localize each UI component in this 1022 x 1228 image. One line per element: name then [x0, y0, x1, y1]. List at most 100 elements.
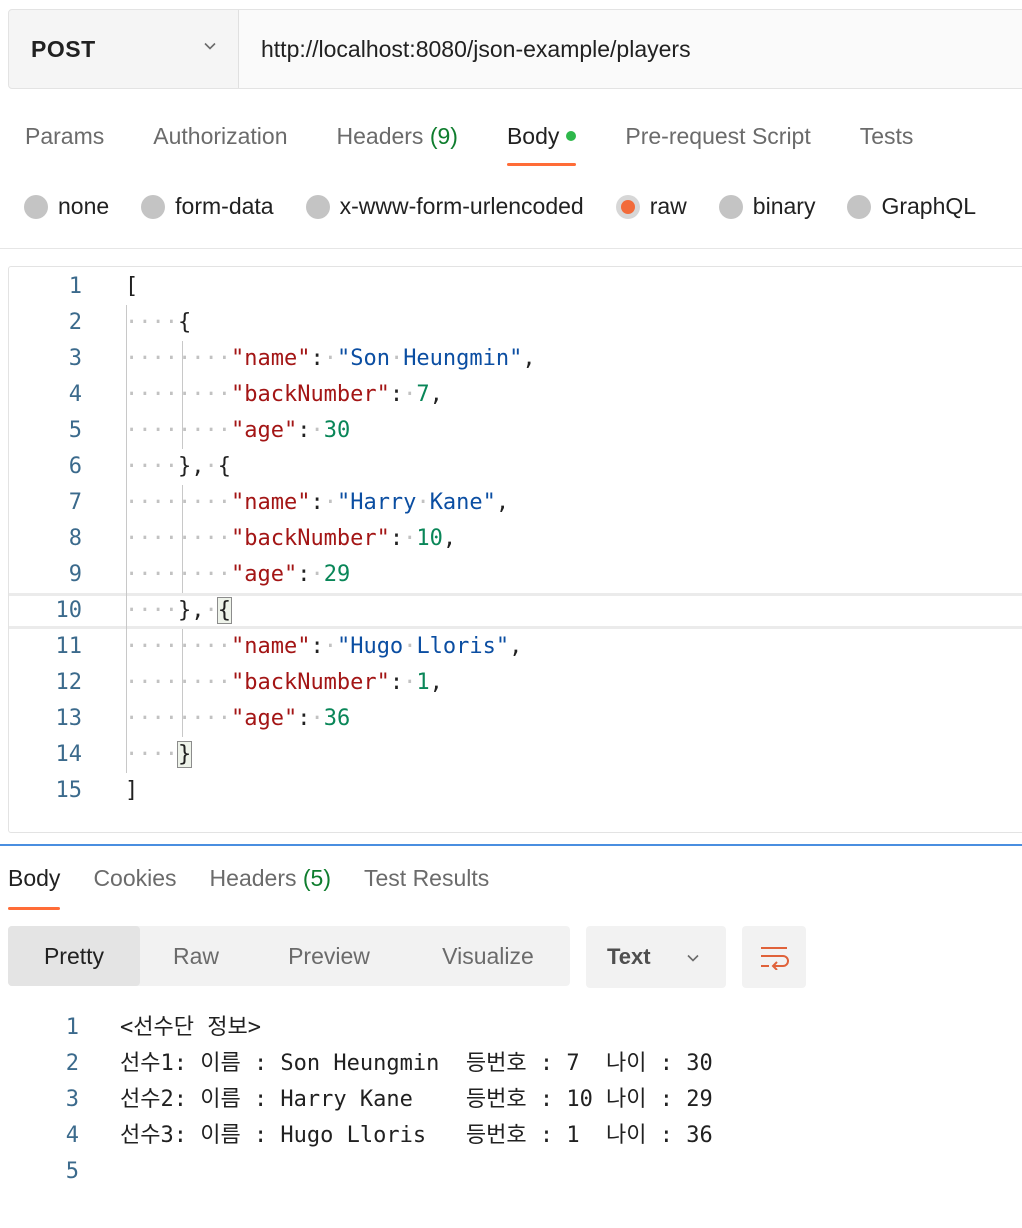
response-line: 3 선수2: 이름 : Harry Kane 등번호 : 10 나이 : 29	[0, 1082, 1022, 1118]
line-number: 3	[68, 346, 82, 371]
editor-line[interactable]: 2 ····{	[9, 305, 1022, 341]
headers-count: (9)	[429, 123, 458, 149]
indent-guide	[182, 485, 183, 593]
headers-count: (5)	[302, 865, 331, 891]
editor-line[interactable]: 12 ········"backNumber":·1,	[9, 665, 1022, 701]
line-number: 4	[68, 382, 82, 407]
request-body-editor[interactable]: 1[2 ····{3 ········"name":·"Son·Heungmin",…	[8, 266, 1022, 833]
response-line: 1 <선수단 정보>	[0, 1010, 1022, 1046]
pane-divider[interactable]	[0, 844, 1022, 846]
response-text: 선수1: 이름 : Son Heungmin 등번호 : 7 나이 : 30	[120, 1051, 713, 1076]
tab-label: Params	[25, 123, 105, 149]
editor-line[interactable]: 10 ····},·{	[9, 593, 1022, 629]
tab-tests[interactable]: Tests	[860, 116, 914, 156]
line-number: 1	[65, 1015, 79, 1040]
code-text: ········"backNumber":·1,	[125, 670, 443, 695]
tab-headers[interactable]: Headers (9)	[337, 116, 458, 156]
preview-button[interactable]: Preview	[252, 926, 406, 986]
response-text: 선수3: 이름 : Hugo Lloris 등번호 : 1 나이 : 36	[120, 1123, 713, 1148]
url-input[interactable]: http://localhost:8080/json-example/playe…	[239, 10, 1022, 88]
radio-label: none	[58, 193, 110, 219]
radio-binary[interactable]: binary	[718, 193, 815, 220]
code-text: ········"name":·"Son·Heungmin",	[125, 346, 536, 371]
line-number: 6	[68, 454, 82, 479]
line-number: 1	[68, 274, 82, 299]
editor-line[interactable]: 5 ········"age":·30	[9, 413, 1022, 449]
tab-body[interactable]: Body	[506, 116, 577, 166]
editor-line[interactable]: 6 ····},·{	[9, 449, 1022, 485]
indent-guide	[182, 341, 183, 449]
chevron-down-icon	[204, 42, 216, 50]
format-select[interactable]: Text	[586, 926, 726, 988]
radio-label: raw	[649, 193, 687, 219]
radio-label: form-data	[175, 193, 274, 219]
visualize-button[interactable]: Visualize	[406, 926, 570, 986]
chevron-down-icon	[687, 954, 699, 962]
line-number: 3	[65, 1087, 79, 1112]
radio-circle-icon	[847, 194, 872, 219]
line-number: 14	[55, 742, 83, 767]
tab-label: Body	[506, 123, 560, 149]
editor-line[interactable]: 11 ········"name":·"Hugo·Lloris",	[9, 629, 1022, 665]
radio-circle-icon	[305, 194, 330, 219]
code-text: ····},·{	[125, 454, 231, 479]
editor-line[interactable]: 4 ········"backNumber":·7,	[9, 377, 1022, 413]
tab-response-body[interactable]: Body	[8, 860, 61, 910]
wrap-lines-button[interactable]	[742, 926, 806, 988]
line-number: 13	[55, 706, 83, 731]
radio-graphql[interactable]: GraphQL	[847, 193, 976, 220]
editor-line[interactable]: 13 ········"age":·36	[9, 701, 1022, 737]
editor-line[interactable]: 1[	[9, 269, 1022, 305]
editor-line[interactable]: 14 ····}	[9, 737, 1022, 773]
code-text: ········"age":·36	[125, 706, 351, 731]
indent-guide	[182, 629, 183, 737]
tab-label: Cookies	[93, 865, 177, 891]
tab-pre-request-script[interactable]: Pre-request Script	[625, 116, 810, 156]
radio-circle-icon	[718, 194, 743, 219]
code-text: ]	[125, 778, 139, 803]
line-number: 2	[65, 1051, 79, 1076]
response-line: 2 선수1: 이름 : Son Heungmin 등번호 : 7 나이 : 30	[0, 1046, 1022, 1082]
editor-line[interactable]: 7 ········"name":·"Harry·Kane",	[9, 485, 1022, 521]
divider	[0, 248, 1022, 249]
editor-line[interactable]: 9 ········"age":·29	[9, 557, 1022, 593]
line-number: 12	[55, 670, 83, 695]
code-text: ········"age":·29	[125, 562, 351, 587]
radio-form-data[interactable]: form-data	[141, 193, 274, 220]
tab-label: Tests	[859, 123, 914, 149]
tab-params[interactable]: Params	[25, 116, 104, 156]
indent-guide	[126, 305, 127, 773]
radio-circle-icon	[141, 194, 166, 219]
line-number: 7	[68, 490, 82, 515]
tab-cookies[interactable]: Cookies	[93, 860, 176, 898]
radio-circle-icon	[24, 194, 48, 219]
code-text: ········"name":·"Hugo·Lloris",	[125, 634, 523, 659]
editor-line[interactable]: 15]	[9, 773, 1022, 809]
radio-none[interactable]: none	[24, 193, 109, 220]
radio-selected-icon	[615, 194, 640, 219]
line-number: 8	[68, 526, 82, 551]
tab-response-headers[interactable]: Headers (5)	[210, 860, 331, 898]
code-text: ········"backNumber":·7,	[125, 382, 443, 407]
tab-label: Pre-request Script	[625, 123, 811, 149]
tab-authorization[interactable]: Authorization	[153, 116, 287, 156]
wrap-lines-icon	[761, 947, 789, 970]
radio-label: x-www-form-urlencoded	[339, 193, 584, 219]
response-text: <선수단 정보>	[120, 1015, 261, 1040]
tab-label: Headers	[209, 865, 297, 891]
response-line: 4 선수3: 이름 : Hugo Lloris 등번호 : 1 나이 : 36	[0, 1118, 1022, 1154]
radio-raw[interactable]: raw	[615, 193, 687, 220]
line-number: 9	[68, 562, 82, 587]
code-text: [	[125, 274, 139, 299]
code-text: ····}	[125, 741, 193, 768]
response-tabs: Body Cookies Headers (5) Test Results	[8, 860, 522, 910]
radio-x-www-form-urlencoded[interactable]: x-www-form-urlencoded	[305, 193, 584, 220]
pretty-button[interactable]: Pretty	[8, 926, 140, 986]
editor-line[interactable]: 3 ········"name":·"Son·Heungmin",	[9, 341, 1022, 377]
tab-test-results[interactable]: Test Results	[364, 860, 489, 898]
raw-button[interactable]: Raw	[140, 926, 252, 986]
editor-line[interactable]: 8 ········"backNumber":·10,	[9, 521, 1022, 557]
format-select-value: Text	[607, 944, 651, 969]
modified-dot-icon	[566, 130, 577, 141]
method-select[interactable]: POST	[9, 10, 239, 88]
